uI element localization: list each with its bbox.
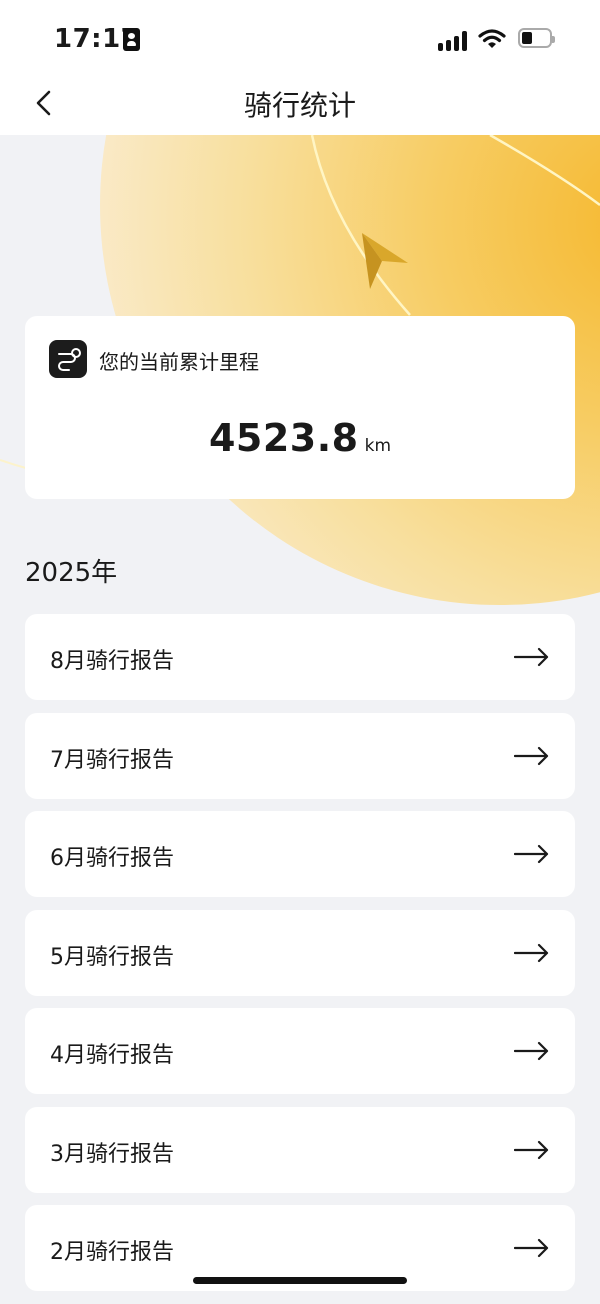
report-item-june[interactable]: 6月骑行报告: [25, 811, 575, 897]
report-list: 8月骑行报告 7月骑行报告 6月骑行报告 5月骑行报告 4月骑行报告 3月骑行报…: [25, 614, 575, 1304]
report-item-august[interactable]: 8月骑行报告: [25, 614, 575, 700]
arrow-right-icon: [514, 1140, 549, 1159]
report-item-april[interactable]: 4月骑行报告: [25, 1008, 575, 1094]
home-indicator: [193, 1277, 407, 1284]
report-label: 6月骑行报告: [50, 846, 174, 871]
id-card-icon: [123, 28, 140, 51]
mileage-value: 4523.8: [208, 416, 359, 460]
signal-icon: [438, 29, 470, 51]
report-label: 8月骑行报告: [50, 649, 174, 674]
report-label: 5月骑行报告: [50, 944, 174, 970]
route-icon: [49, 340, 87, 378]
report-item-march[interactable]: 3月骑行报告: [25, 1106, 575, 1193]
report-label: 2月骑行报告: [50, 1240, 174, 1265]
mileage-display: 4523.8 km: [25, 416, 575, 460]
wifi-icon: [478, 29, 506, 48]
report-item-july[interactable]: 7月骑行报告: [25, 712, 575, 799]
arrow-right-icon: [514, 844, 549, 864]
report-label: 4月骑行报告: [50, 1043, 174, 1068]
page-title: 骑行统计: [243, 89, 356, 122]
nav-bar: 骑行统计: [0, 80, 600, 135]
status-bar: 17:17: [0, 0, 600, 80]
paper-plane-icon: [362, 233, 408, 289]
arrow-right-icon: [514, 647, 549, 667]
battery-icon: [518, 28, 555, 48]
report-label: 7月骑行报告: [50, 747, 174, 773]
arrow-right-icon: [514, 1238, 549, 1258]
mileage-label: 您的当前累计里程: [99, 350, 259, 374]
mileage-card: 您的当前累计里程 4523.8 km: [25, 316, 575, 499]
report-label: 3月骑行报告: [50, 1141, 174, 1167]
arrow-right-icon: [514, 1041, 549, 1061]
report-item-may[interactable]: 5月骑行报告: [25, 909, 575, 996]
arrow-right-icon: [514, 746, 549, 765]
mileage-unit: km: [364, 436, 392, 456]
arrow-right-icon: [514, 943, 549, 962]
year-heading: 2025年: [25, 558, 118, 588]
